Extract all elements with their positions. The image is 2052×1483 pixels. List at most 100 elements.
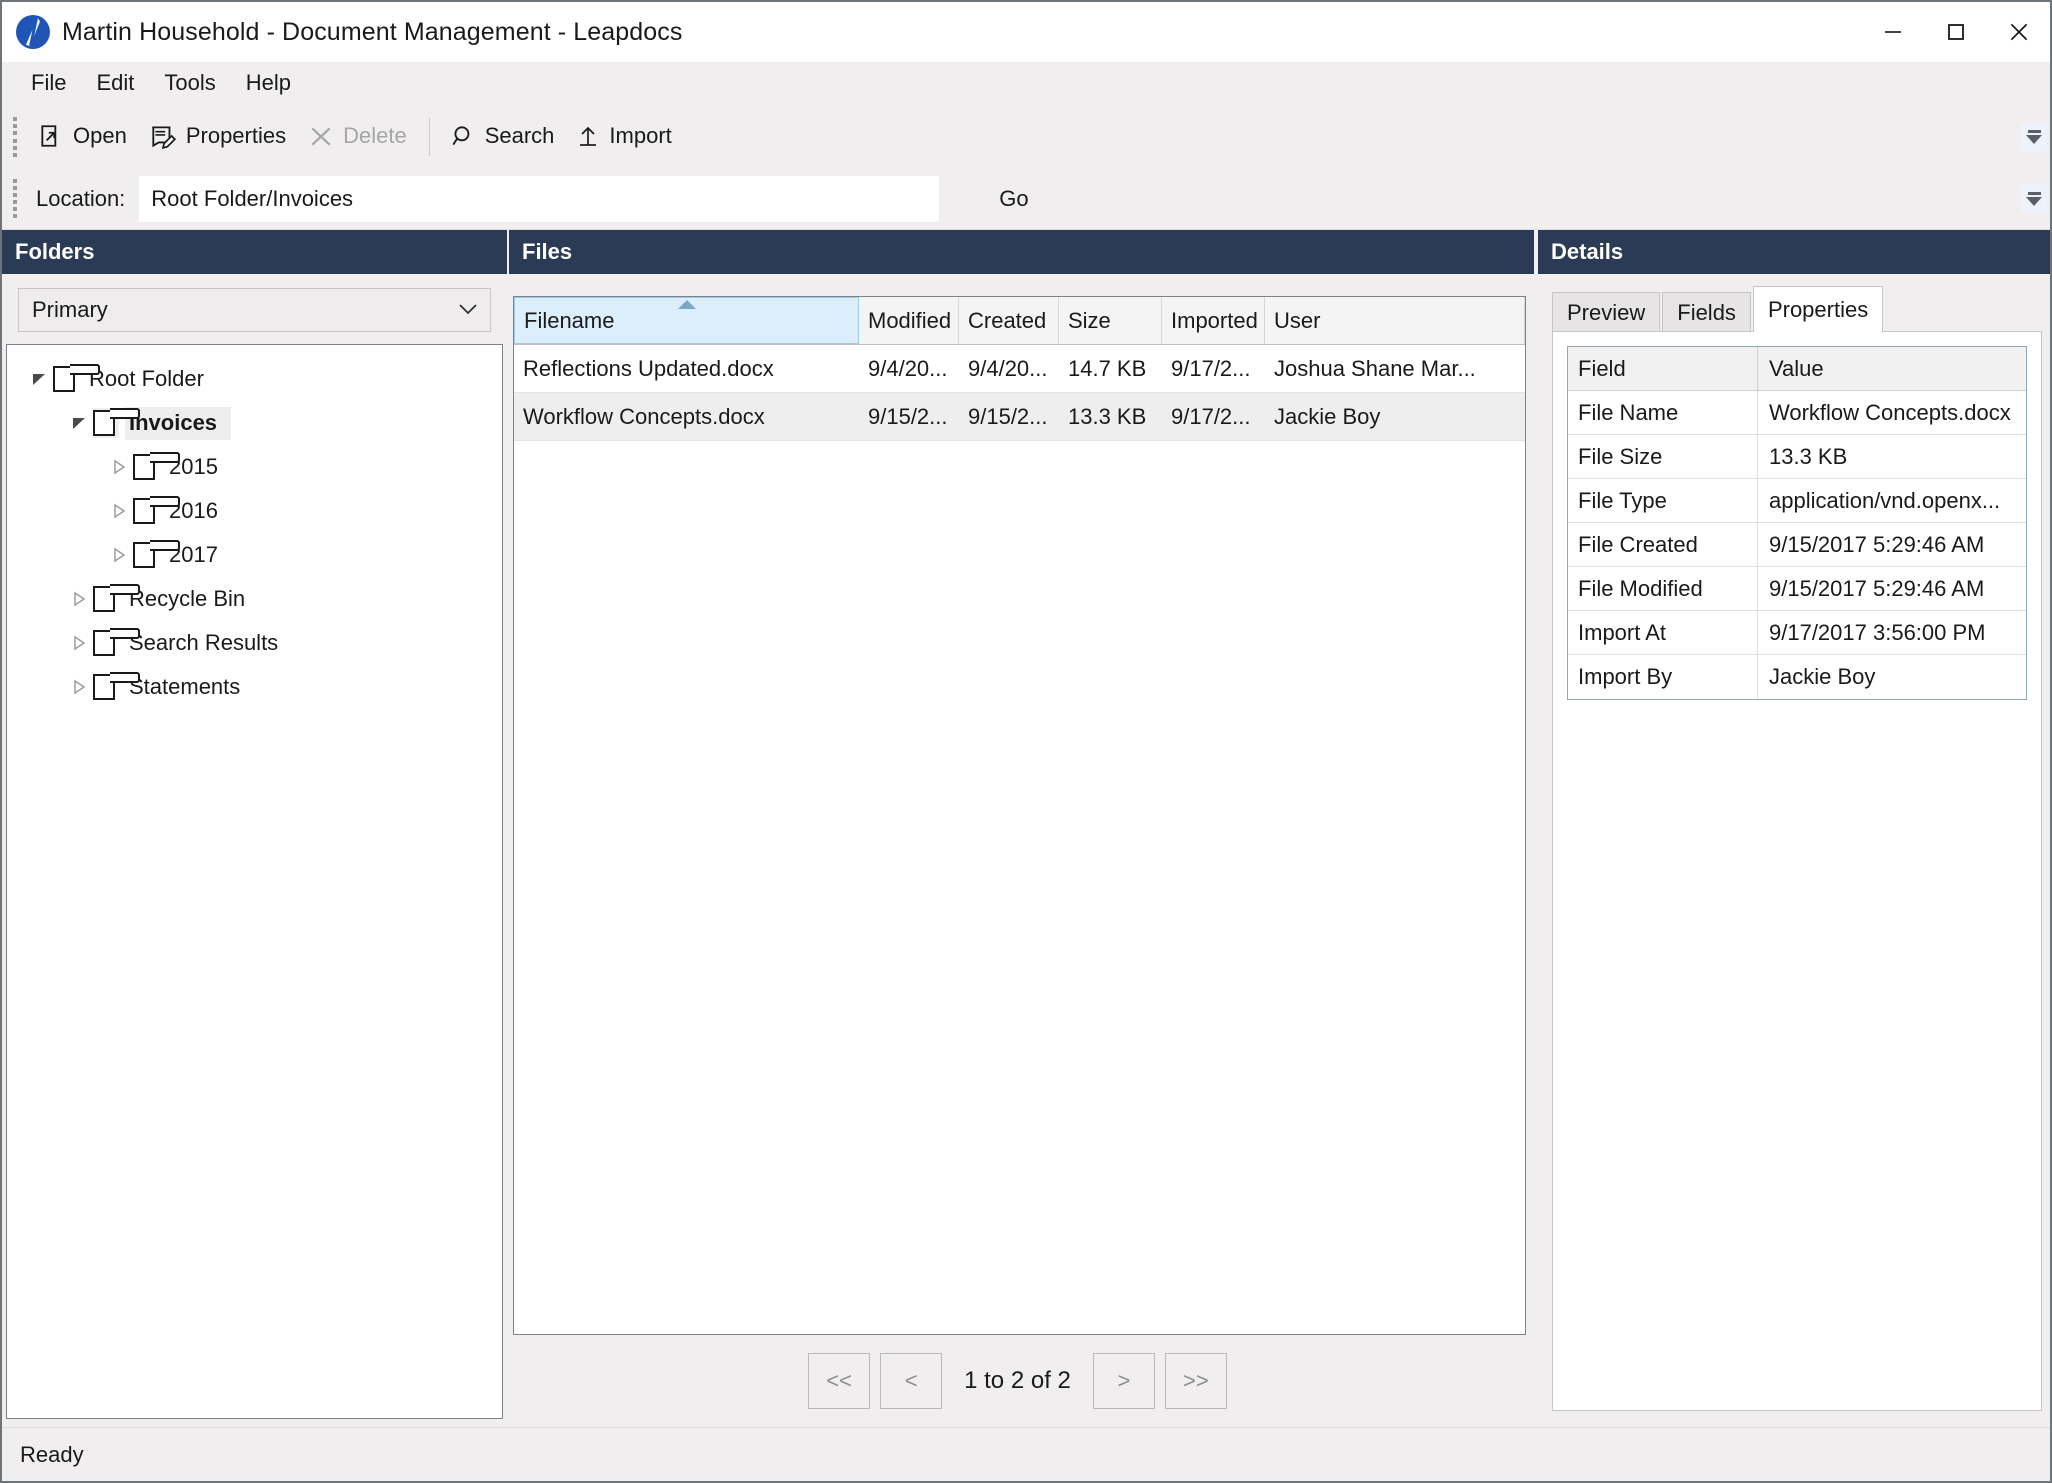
column-header-size[interactable]: Size xyxy=(1059,297,1162,344)
application-window: Martin Household - Document Management -… xyxy=(0,0,2052,1483)
chevron-down-icon xyxy=(458,301,478,319)
tree-expand-right-icon[interactable] xyxy=(105,502,133,520)
table-row[interactable]: Reflections Updated.docx 9/4/20... 9/4/20.… xyxy=(514,345,1525,393)
tree-expand-right-icon[interactable] xyxy=(105,458,133,476)
folder-icon xyxy=(53,364,100,394)
tree-expand-down-icon[interactable] xyxy=(25,370,53,388)
files-grid: Filename Modified Created Size Imported User … xyxy=(513,296,1526,1335)
title-bar: Martin Household - Document Management -… xyxy=(2,2,2050,62)
tree-expand-right-icon[interactable] xyxy=(105,546,133,564)
tree-expand-down-icon[interactable] xyxy=(65,414,93,432)
table-cell: 9/4/20... xyxy=(868,355,948,381)
menu-item-edit[interactable]: Edit xyxy=(81,67,149,101)
toolbar-overflow-chevron-icon[interactable] xyxy=(2021,123,2047,151)
toolbar-grip-handle[interactable] xyxy=(10,116,20,158)
tree-node[interactable]: Recycle Bin xyxy=(7,577,502,621)
open-button[interactable]: Open xyxy=(28,118,139,156)
status-text: Ready xyxy=(20,1441,84,1467)
go-button[interactable]: Go xyxy=(987,182,1040,216)
folder-icon xyxy=(93,672,140,702)
table-cell: 9/15/2... xyxy=(868,403,948,429)
properties-button[interactable]: Properties xyxy=(139,118,298,156)
folders-panel: Folders Primary Root Folder Invoices 2015 2… xyxy=(2,230,507,1427)
sort-ascending-icon xyxy=(677,300,696,309)
table-cell: 9/17/2... xyxy=(1171,403,1251,429)
minimize-icon[interactable] xyxy=(1861,2,1924,62)
pagination-last-button[interactable]: >> xyxy=(1164,1353,1227,1409)
tree-node-label: Recycle Bin xyxy=(129,586,246,611)
column-header-label: Size xyxy=(1068,307,1111,333)
location-grip-handle[interactable] xyxy=(10,178,20,220)
folder-tree[interactable]: Root Folder Invoices 2015 2016 2017 Recycle B… xyxy=(6,344,503,1419)
properties-button-label: Properties xyxy=(185,123,287,148)
pagination-prev-button[interactable]: < xyxy=(880,1353,943,1409)
properties-row: Import By Jackie Boy xyxy=(1568,655,2026,699)
tab-fields[interactable]: Fields xyxy=(1662,292,1751,332)
properties-field-value: 9/17/2017 3:56:00 PM xyxy=(1769,619,1986,645)
import-button[interactable]: Import xyxy=(566,118,683,156)
window-controls xyxy=(1861,2,2050,62)
properties-table-header: Field Value xyxy=(1568,347,2026,391)
tree-node[interactable]: 2015 xyxy=(7,445,502,489)
folder-icon xyxy=(133,540,180,570)
search-button-label: Search xyxy=(484,123,555,148)
tree-node[interactable]: 2016 xyxy=(7,489,502,533)
table-cell: 9/17/2... xyxy=(1171,355,1251,381)
properties-row: File Size 13.3 KB xyxy=(1568,435,2026,479)
pagination-controls: << < 1 to 2 of 2 > >> xyxy=(509,1335,1526,1427)
tree-node[interactable]: Invoices xyxy=(7,401,502,445)
delete-button[interactable]: Delete xyxy=(298,118,419,156)
database-select[interactable]: Primary xyxy=(18,288,491,332)
column-header-user[interactable]: User xyxy=(1265,297,1525,344)
tab-preview[interactable]: Preview xyxy=(1552,292,1661,332)
column-header-imported[interactable]: Imported xyxy=(1162,297,1265,344)
tree-expand-right-icon[interactable] xyxy=(65,590,93,608)
column-header-modified[interactable]: Modified xyxy=(859,297,959,344)
folder-icon xyxy=(93,628,140,658)
column-header-filename[interactable]: Filename xyxy=(514,297,859,344)
tab-properties[interactable]: Properties xyxy=(1752,286,1884,332)
menu-item-tools[interactable]: Tools xyxy=(149,67,230,101)
files-grid-rows: Reflections Updated.docx 9/4/20... 9/4/20.… xyxy=(514,345,1525,1334)
table-cell: Joshua Shane Mar... xyxy=(1274,355,1476,381)
tree-node[interactable]: Search Results xyxy=(7,621,502,665)
pagination-first-button[interactable]: << xyxy=(808,1353,871,1409)
properties-field-name: File Name xyxy=(1568,391,1758,434)
tree-node-label: Root Folder xyxy=(89,366,204,391)
database-select-wrapper: Primary xyxy=(2,274,507,344)
search-button[interactable]: Search xyxy=(440,118,567,156)
menu-item-help[interactable]: Help xyxy=(231,67,306,101)
properties-field-name: File Size xyxy=(1568,435,1758,478)
properties-field-value: Workflow Concepts.docx xyxy=(1769,399,2011,425)
properties-field-name: File Modified xyxy=(1568,567,1758,610)
properties-field-value: 9/15/2017 5:29:46 AM xyxy=(1769,531,1985,557)
properties-field-name: Import At xyxy=(1568,611,1758,654)
tree-node[interactable]: Statements xyxy=(7,665,502,709)
pagination-info: 1 to 2 of 2 xyxy=(964,1367,1071,1394)
location-overflow-chevron-icon[interactable] xyxy=(2021,185,2047,212)
tree-node[interactable]: Root Folder xyxy=(7,357,502,401)
import-button-label: Import xyxy=(609,123,672,148)
properties-row: Import At 9/17/2017 3:56:00 PM xyxy=(1568,611,2026,655)
menu-item-file[interactable]: File xyxy=(16,67,81,101)
details-tabs: Preview Fields Properties xyxy=(1538,286,2050,332)
table-row[interactable]: Workflow Concepts.docx 9/15/2... 9/15/2...… xyxy=(514,393,1525,441)
pagination-next-button[interactable]: > xyxy=(1092,1353,1155,1409)
properties-field-name: File Created xyxy=(1568,523,1758,566)
column-header-created[interactable]: Created xyxy=(959,297,1059,344)
properties-row: File Name Workflow Concepts.docx xyxy=(1568,391,2026,435)
tree-node-label: Statements xyxy=(129,674,241,699)
folder-icon xyxy=(133,452,180,482)
maximize-icon[interactable] xyxy=(1924,2,1987,62)
tree-expand-right-icon[interactable] xyxy=(65,678,93,696)
document-edit-icon xyxy=(149,123,177,149)
close-x-icon xyxy=(308,123,334,149)
location-bar: Location: Root Folder/Invoices Go xyxy=(2,168,2050,230)
location-input[interactable]: Root Folder/Invoices xyxy=(139,175,940,222)
close-icon[interactable] xyxy=(1987,2,2050,62)
properties-field-value: 9/15/2017 5:29:46 AM xyxy=(1769,575,1985,601)
tree-expand-right-icon[interactable] xyxy=(65,634,93,652)
column-header-label: Created xyxy=(968,307,1047,333)
folder-icon xyxy=(93,408,140,438)
tree-node[interactable]: 2017 xyxy=(7,533,502,577)
